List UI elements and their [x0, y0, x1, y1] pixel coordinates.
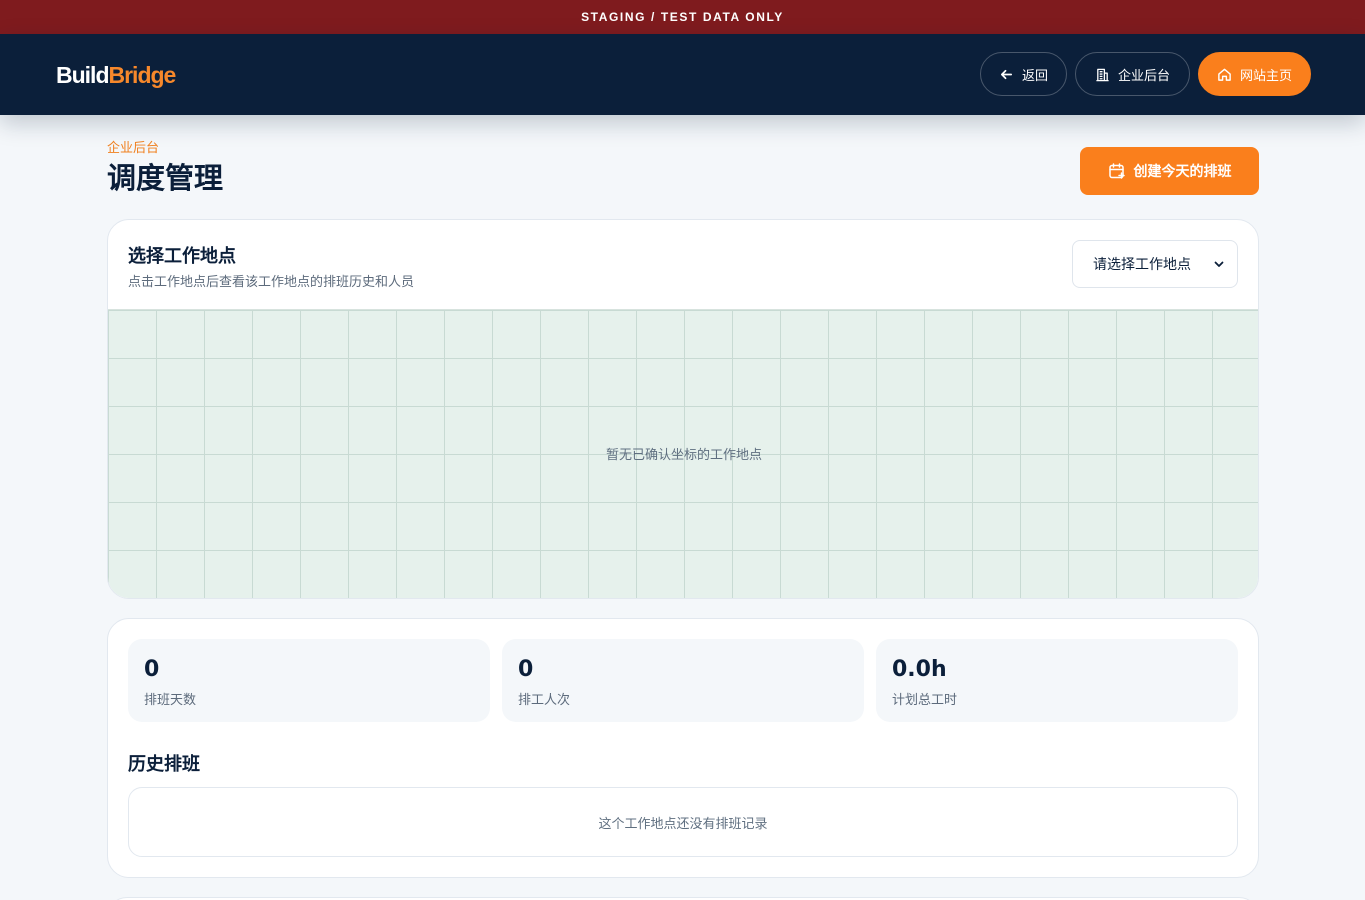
back-button[interactable]: 返回 — [980, 52, 1067, 96]
site-picker-subtitle: 点击工作地点后查看该工作地点的排班历史和人员 — [128, 275, 415, 290]
home-button-label: 网站主页 — [1239, 68, 1292, 84]
create-button-label: 创建今天的排班 — [1133, 164, 1232, 180]
stat-label: 计划总工时 — [892, 693, 958, 708]
calendar-plus-icon — [1108, 163, 1125, 179]
site-select-value: 请选择工作地点 — [1093, 257, 1191, 273]
logo-part-build: Build — [56, 62, 109, 88]
arrow-left-icon — [1000, 69, 1013, 79]
stat-value: 0 — [144, 657, 160, 682]
back-button-label: 返回 — [1021, 68, 1048, 84]
admin-button-label: 企业后台 — [1117, 68, 1170, 84]
create-today-schedule-button[interactable]: 创建今天的排班 — [1080, 147, 1259, 195]
site-picker-title: 选择工作地点 — [128, 246, 236, 267]
stat-planned-hours: 0.0h 计划总工时 — [876, 639, 1238, 722]
history-empty-message: 这个工作地点还没有排班记录 — [598, 816, 768, 832]
stat-schedule-days: 0 排班天数 — [128, 639, 490, 722]
chevron-down-icon — [1214, 261, 1224, 267]
stat-value: 0.0h — [892, 657, 947, 682]
staging-banner-text: STAGING / TEST DATA ONLY — [581, 10, 784, 24]
site-picker-card: 选择工作地点 点击工作地点后查看该工作地点的排班历史和人员 请选择工作地点 暂无… — [107, 219, 1259, 599]
site-map[interactable]: 暂无已确认坐标的工作地点 — [108, 309, 1258, 598]
history-empty-state: 这个工作地点还没有排班记录 — [128, 787, 1238, 857]
building-icon — [1096, 68, 1109, 81]
stat-label: 排班天数 — [144, 693, 197, 708]
site-select[interactable]: 请选择工作地点 — [1072, 240, 1238, 288]
stat-label: 排工人次 — [518, 693, 571, 708]
home-icon — [1218, 68, 1231, 81]
top-header: BuildBridge 返回 企业后台 网站主页 — [0, 34, 1365, 115]
schedule-summary-card: 0 排班天数 0 排工人次 0.0h 计划总工时 历史排班 这个工作地点还没有排… — [107, 618, 1259, 878]
logo[interactable]: BuildBridge — [56, 61, 177, 89]
home-button[interactable]: 网站主页 — [1198, 52, 1311, 96]
admin-button[interactable]: 企业后台 — [1075, 52, 1190, 96]
history-title: 历史排班 — [128, 754, 200, 775]
stat-worker-shifts: 0 排工人次 — [502, 639, 864, 722]
staging-banner: STAGING / TEST DATA ONLY — [0, 0, 1365, 34]
stat-value: 0 — [518, 657, 534, 682]
map-empty-message: 暂无已确认坐标的工作地点 — [605, 448, 762, 463]
breadcrumb: 企业后台 — [107, 141, 160, 156]
page-title: 调度管理 — [107, 161, 224, 195]
logo-part-bridge: Bridge — [108, 62, 177, 88]
